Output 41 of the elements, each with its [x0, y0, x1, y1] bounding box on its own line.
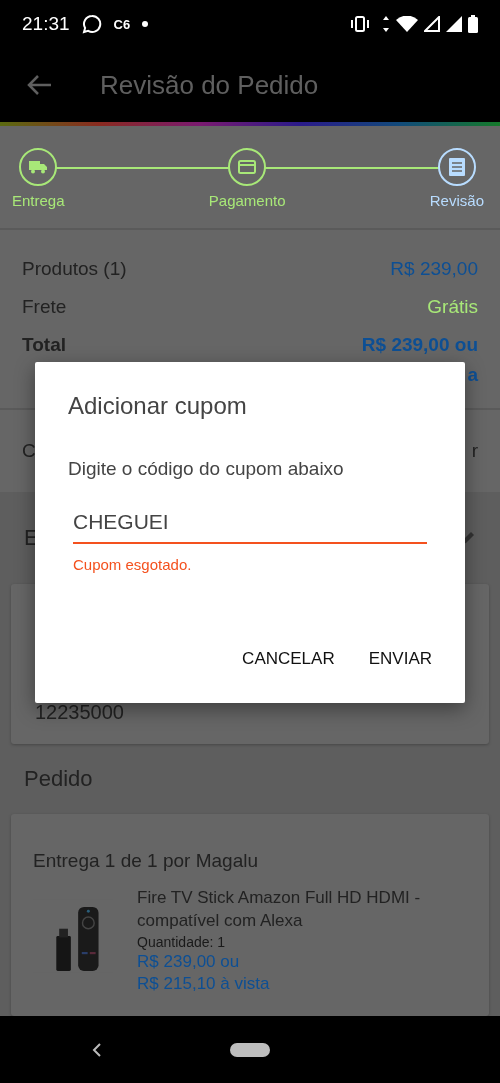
signal-icon: [446, 16, 462, 32]
screen-title: Revisão do Pedido: [100, 69, 319, 101]
receipt-icon: [448, 158, 465, 176]
summary-value: R$ 239,00: [390, 258, 478, 280]
step-label: Pagamento: [208, 192, 286, 209]
dialog-title: Adicionar cupom: [68, 392, 248, 420]
cash-price: R$ 215,10 à vista: [137, 974, 271, 994]
dot-icon: [142, 21, 149, 27]
dialog-button[interactable]: ENVIAR: [344, 641, 432, 677]
summary-label: Total: [22, 334, 66, 356]
summary-value: a: [467, 364, 478, 386]
product-name: Fire TV Stick Amazon Full HD HDMI - compatível com Alexa: [137, 887, 422, 932]
data-arrows-icon: [382, 15, 390, 33]
back-icon[interactable]: [92, 1041, 102, 1058]
vibrate-icon: [350, 16, 370, 32]
coupon-input[interactable]: CHEGUEI: [73, 510, 427, 544]
summary-label: Frete: [22, 296, 67, 318]
dialog-button[interactable]: CANCELAR: [218, 641, 335, 677]
shipment-title: Entrega 1 de 1 por Magalu: [33, 850, 259, 872]
summary-value: Grátis: [427, 296, 478, 318]
notification-text: C6: [113, 16, 131, 32]
postal-code: 12235000: [35, 701, 124, 724]
step-label: Entrega: [12, 192, 65, 209]
chat-icon: [81, 14, 102, 34]
signal-icon: [424, 16, 440, 32]
section-heading: Pedido: [24, 766, 93, 792]
coupon-label: C: [22, 440, 36, 462]
summary-label: Produtos (1): [22, 258, 127, 280]
truck-icon: [29, 160, 48, 174]
battery-icon: [468, 15, 478, 33]
error-message: Cupom esgotado.: [73, 556, 193, 573]
home-handle[interactable]: [230, 1042, 270, 1057]
back-arrow-icon[interactable]: [26, 74, 52, 96]
summary-value: R$ 239,00 ou: [361, 334, 478, 356]
clock: 21:31: [22, 13, 70, 35]
wifi-icon: [396, 16, 418, 32]
product-price: R$ 239,00 ou: [137, 952, 241, 972]
quantity-text: Quantidade: 1: [137, 934, 227, 950]
credit-card-icon: [238, 160, 257, 174]
step-label: Revisão: [429, 192, 484, 209]
dialog-message: Digite o código do cupom abaixo: [68, 458, 345, 480]
